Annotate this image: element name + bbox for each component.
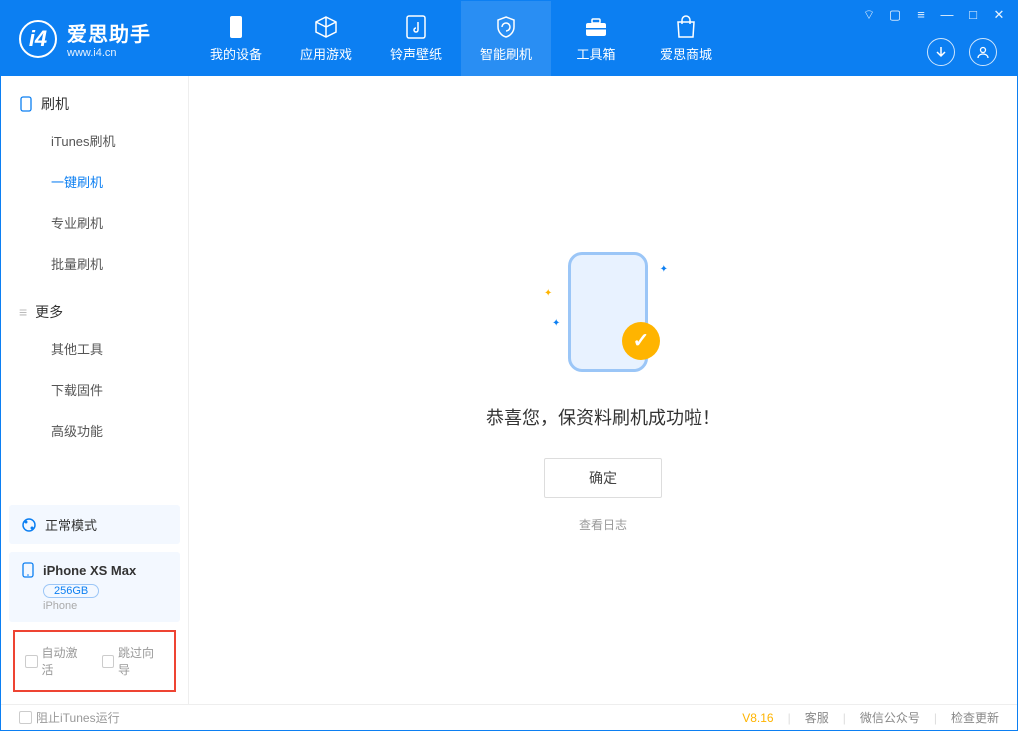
mode-icon — [21, 517, 37, 533]
sidebar-bottom: 正常模式 iPhone XS Max 256GB iPhone 自动激活 跳过向… — [1, 497, 188, 704]
list-icon: ≡ — [19, 304, 27, 320]
check-update-link[interactable]: 检查更新 — [951, 709, 999, 726]
tab-toolbox[interactable]: 工具箱 — [551, 1, 641, 76]
sidebar-item-pro-flash[interactable]: 专业刷机 — [1, 202, 188, 243]
logo-icon: i4 — [19, 20, 57, 58]
success-illustration: ✦ ✦ ✦ ✓ — [538, 248, 668, 378]
device-phone-icon — [21, 562, 35, 578]
sidebar-header-flash: 刷机 — [1, 94, 188, 120]
checkbox-auto-activate[interactable]: 自动激活 — [25, 644, 88, 678]
sidebar-item-itunes-flash[interactable]: iTunes刷机 — [1, 120, 188, 161]
main-panel: ✦ ✦ ✦ ✓ 恭喜您，保资料刷机成功啦！ 确定 查看日志 — [189, 76, 1017, 704]
logo-area: i4 爱思助手 www.i4.cn — [1, 18, 191, 59]
toolbox-icon — [583, 14, 609, 40]
checkbox-label: 自动激活 — [42, 644, 88, 678]
user-button[interactable] — [969, 38, 997, 66]
tab-my-device[interactable]: 我的设备 — [191, 1, 281, 76]
tab-label: 爱思商城 — [660, 44, 712, 63]
tab-label: 工具箱 — [576, 44, 615, 63]
sidebar: 刷机 iTunes刷机 一键刷机 专业刷机 批量刷机 ≡ 更多 其他工具 下载固… — [1, 76, 189, 704]
header-actions — [927, 38, 997, 66]
customer-service-link[interactable]: 客服 — [805, 709, 829, 726]
phone-icon — [223, 14, 249, 40]
checkbox-icon — [19, 711, 32, 724]
menu-icon[interactable]: ≡ — [913, 7, 929, 23]
bag-icon — [673, 14, 699, 40]
shirt-icon[interactable]: ⌔ — [861, 7, 877, 23]
wechat-link[interactable]: 微信公众号 — [860, 709, 920, 726]
sidebar-item-advanced[interactable]: 高级功能 — [1, 410, 188, 451]
sidebar-item-other-tools[interactable]: 其他工具 — [1, 328, 188, 369]
content-area: 刷机 iTunes刷机 一键刷机 专业刷机 批量刷机 ≡ 更多 其他工具 下载固… — [1, 76, 1017, 704]
checkbox-label: 跳过向导 — [118, 644, 164, 678]
device-card[interactable]: iPhone XS Max 256GB iPhone — [9, 552, 180, 622]
checkmark-badge-icon: ✓ — [622, 322, 660, 360]
nav-tabs: 我的设备 应用游戏 铃声壁纸 智能刷机 工具箱 爱思商城 — [191, 1, 731, 76]
sparkle-icon: ✦ — [552, 318, 560, 329]
music-file-icon — [403, 14, 429, 40]
mode-card[interactable]: 正常模式 — [9, 505, 180, 544]
device-icon — [19, 96, 33, 112]
device-type: iPhone — [43, 600, 168, 612]
divider: | — [934, 711, 937, 725]
checkbox-icon — [25, 655, 38, 668]
sparkle-icon: ✦ — [544, 288, 552, 299]
maximize-button[interactable]: □ — [965, 7, 981, 23]
checkbox-block-itunes[interactable]: 阻止iTunes运行 — [19, 709, 120, 726]
checkbox-icon — [102, 655, 115, 668]
checkbox-label: 阻止iTunes运行 — [36, 709, 120, 726]
app-subtitle: www.i4.cn — [67, 47, 151, 59]
tab-apps-games[interactable]: 应用游戏 — [281, 1, 371, 76]
tab-label: 铃声壁纸 — [390, 44, 442, 63]
version-label: V8.16 — [742, 711, 773, 725]
tab-label: 应用游戏 — [300, 44, 352, 63]
tab-store[interactable]: 爱思商城 — [641, 1, 731, 76]
checkbox-skip-guide[interactable]: 跳过向导 — [102, 644, 165, 678]
app-header: i4 爱思助手 www.i4.cn 我的设备 应用游戏 铃声壁纸 智能刷机 工具… — [1, 1, 1017, 76]
download-button[interactable] — [927, 38, 955, 66]
feedback-icon[interactable]: ▢ — [887, 7, 903, 23]
close-button[interactable]: ✕ — [991, 7, 1007, 23]
sidebar-item-batch-flash[interactable]: 批量刷机 — [1, 243, 188, 284]
tab-ringtone-wallpaper[interactable]: 铃声壁纸 — [371, 1, 461, 76]
shield-refresh-icon — [493, 14, 519, 40]
logo-text: 爱思助手 www.i4.cn — [67, 18, 151, 59]
divider: | — [788, 711, 791, 725]
sidebar-header-label: 刷机 — [41, 94, 69, 114]
device-name-label: iPhone XS Max — [43, 563, 136, 578]
app-title: 爱思助手 — [67, 18, 151, 47]
success-message: 恭喜您，保资料刷机成功啦！ — [486, 404, 720, 430]
window-controls: ⌔ ▢ ≡ — □ ✕ — [861, 7, 1007, 23]
sidebar-header-more: ≡ 更多 — [1, 302, 188, 328]
footer-right: V8.16 | 客服 | 微信公众号 | 检查更新 — [742, 709, 999, 726]
sidebar-item-download-firmware[interactable]: 下载固件 — [1, 369, 188, 410]
sidebar-section-flash: 刷机 iTunes刷机 一键刷机 专业刷机 批量刷机 — [1, 76, 188, 284]
mode-label: 正常模式 — [45, 515, 97, 534]
sparkle-icon: ✦ — [660, 264, 668, 275]
sidebar-item-one-click-flash[interactable]: 一键刷机 — [1, 161, 188, 202]
minimize-button[interactable]: — — [939, 7, 955, 23]
cube-icon — [313, 14, 339, 40]
ok-button[interactable]: 确定 — [544, 458, 662, 498]
view-log-link[interactable]: 查看日志 — [579, 516, 627, 533]
checkbox-row-highlighted: 自动激活 跳过向导 — [13, 630, 176, 692]
tab-smart-flash[interactable]: 智能刷机 — [461, 1, 551, 76]
tab-label: 智能刷机 — [480, 44, 532, 63]
sidebar-section-more: ≡ 更多 其他工具 下载固件 高级功能 — [1, 284, 188, 451]
sidebar-header-label: 更多 — [35, 302, 63, 322]
tab-label: 我的设备 — [210, 44, 262, 63]
device-capacity: 256GB — [43, 584, 99, 598]
divider: | — [843, 711, 846, 725]
status-bar: 阻止iTunes运行 V8.16 | 客服 | 微信公众号 | 检查更新 — [1, 704, 1017, 730]
